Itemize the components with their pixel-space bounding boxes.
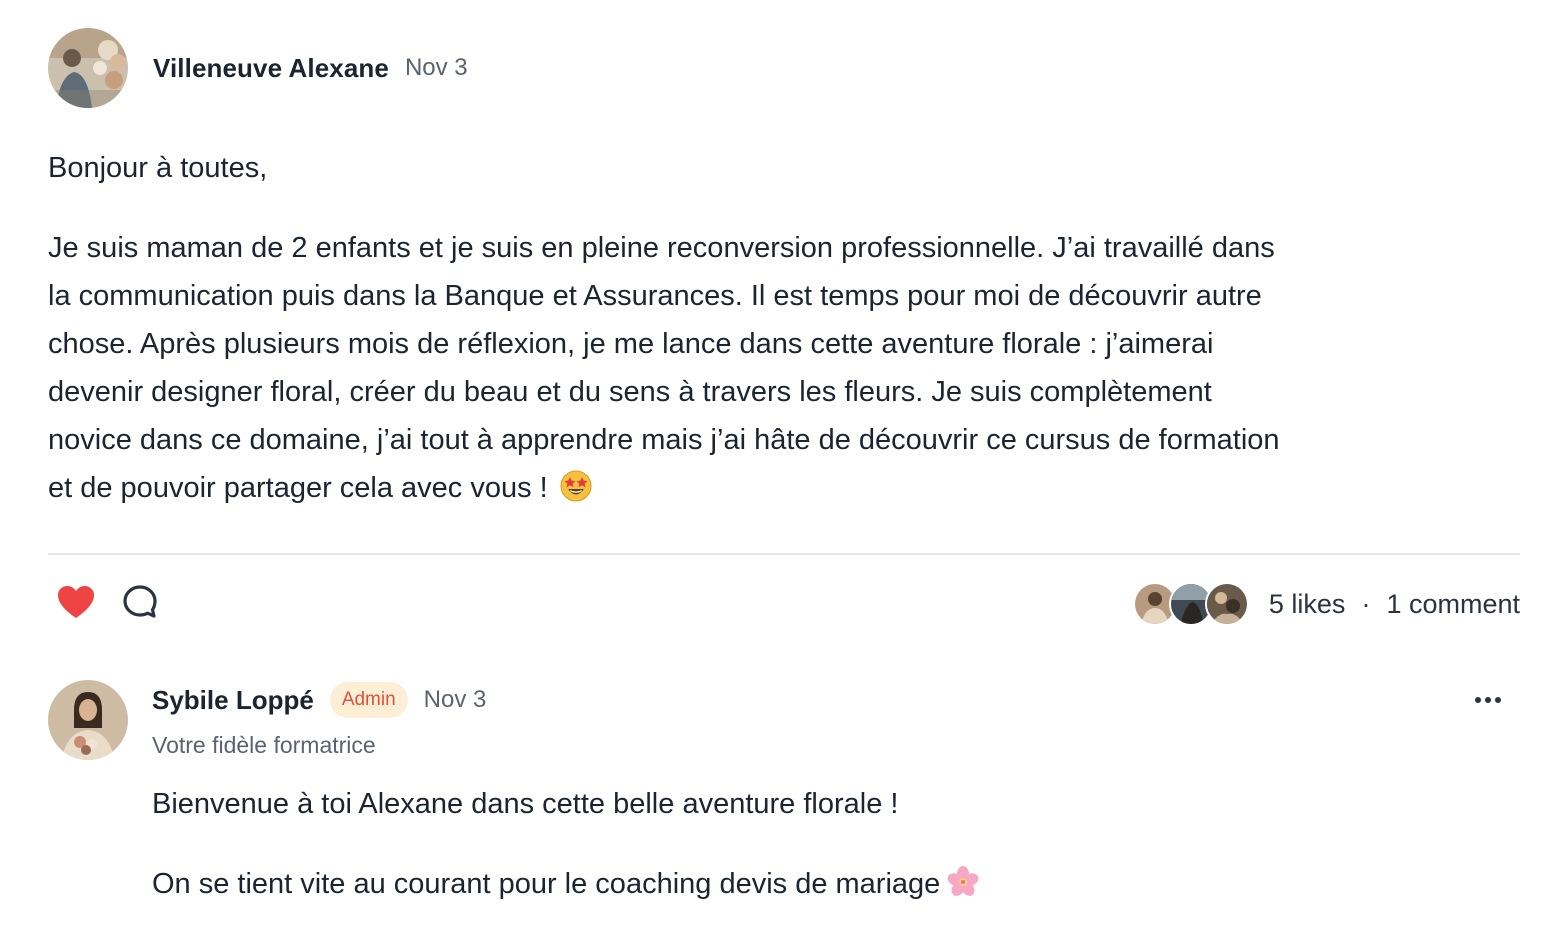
comment-header: Sybile Loppé Admin Nov 3 (152, 680, 486, 720)
comment-line: On se tient vite au courant pour le coac… (152, 868, 941, 900)
post-line: et de pouvoir partager cela avec vous ! (48, 472, 548, 504)
comment-author-name[interactable]: Sybile Loppé (152, 685, 314, 716)
post-line: Je suis maman de 2 enfants et je suis en… (48, 232, 1275, 264)
comment-button[interactable] (120, 584, 160, 624)
post-actions (56, 584, 160, 624)
comment-bubble-icon (122, 584, 158, 625)
more-horizontal-icon (1474, 691, 1502, 709)
post-header: Villeneuve Alexane Nov 3 (48, 28, 468, 108)
like-button[interactable] (56, 584, 96, 624)
post-line: chose. Après plusieurs mois de réflexion… (48, 328, 1214, 360)
liker-avatar (1204, 582, 1249, 626)
post-author-name[interactable]: Villeneuve Alexane (153, 53, 389, 84)
engagement-separator: · (1361, 588, 1371, 619)
post-paragraph: Je suis maman de 2 enfants et je suis en… (48, 224, 1518, 512)
post-body: Bonjour à toutes, Je suis maman de 2 enf… (48, 144, 1518, 512)
admin-badge: Admin (329, 682, 408, 718)
post-line: la communication puis dans la Banque et … (48, 280, 1262, 312)
comment-more-button[interactable] (1472, 684, 1504, 716)
post-author-avatar[interactable] (48, 28, 128, 108)
liker-avatars[interactable] (1132, 582, 1249, 626)
comment-date[interactable]: Nov 3 (424, 686, 487, 714)
star-struck-emoji-icon (560, 469, 592, 502)
comment-author-role: Votre fidèle formatrice (152, 732, 376, 758)
post-greeting: Bonjour à toutes, (48, 152, 268, 184)
post-divider (48, 553, 1520, 555)
comment-paragraph: On se tient vite au courant pour le coac… (152, 860, 1512, 908)
post-date[interactable]: Nov 3 (405, 54, 468, 82)
comment-body: Bienvenue à toi Alexane dans cette belle… (152, 780, 1512, 908)
comment-paragraph: Bienvenue à toi Alexane dans cette belle… (152, 788, 899, 820)
post-line: novice dans ce domaine, j’ai tout à appr… (48, 424, 1280, 456)
comments-count[interactable]: 1 comment (1386, 589, 1520, 620)
engagement-summary: 5 likes · 1 comment (1132, 582, 1520, 626)
cherry-blossom-emoji-icon (946, 865, 980, 899)
post-line: devenir designer floral, créer du beau e… (48, 376, 1212, 408)
likes-count[interactable]: 5 likes (1269, 589, 1346, 620)
comment-author-avatar[interactable] (48, 680, 128, 760)
heart-icon (57, 585, 95, 624)
